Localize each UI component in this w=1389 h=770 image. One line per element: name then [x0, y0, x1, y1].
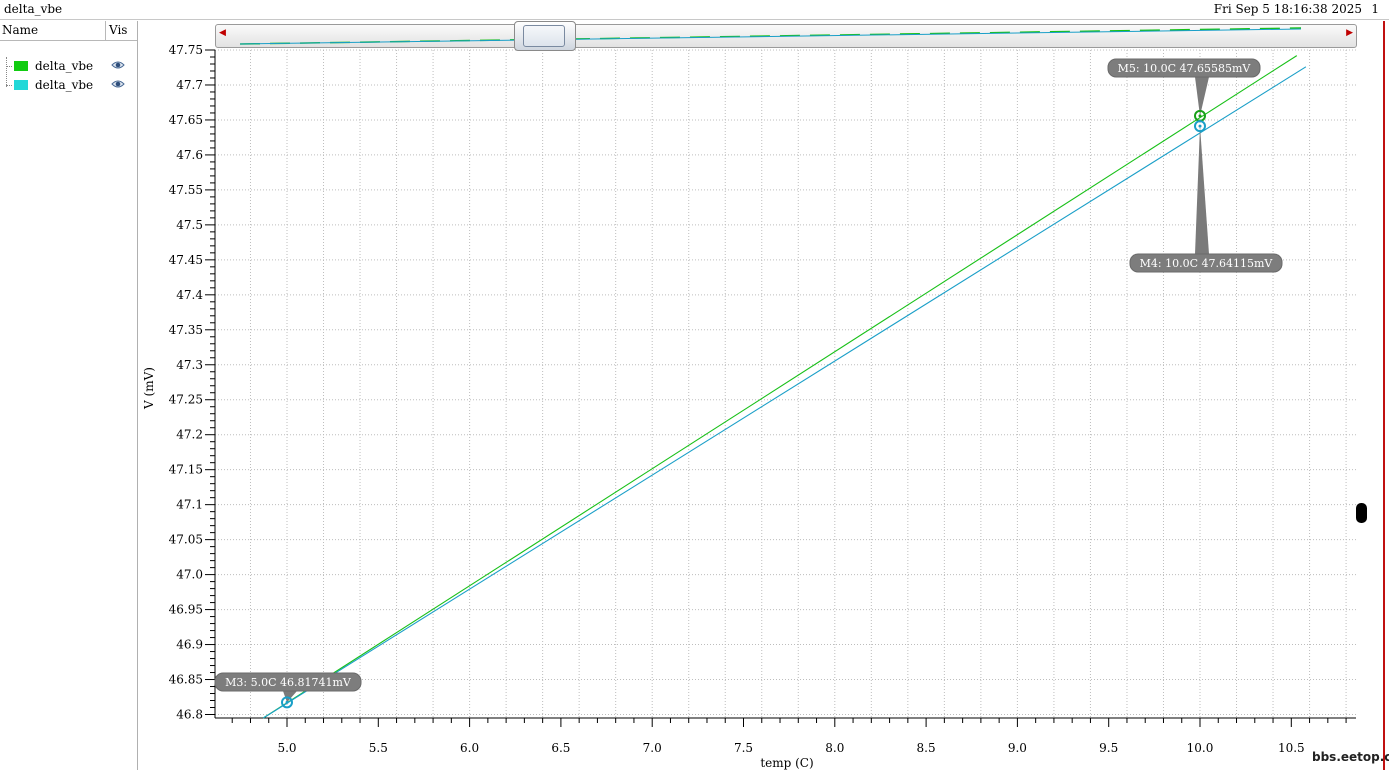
marker-pointer	[1195, 126, 1209, 254]
y-tick-label: 47.55	[169, 183, 203, 197]
x-tick-label: 10.0	[1187, 741, 1214, 755]
x-tick-label: 8.5	[917, 741, 936, 755]
marker-point-center	[1198, 114, 1202, 118]
marker-point-center	[285, 700, 289, 704]
vertical-scroll-handle[interactable]	[1356, 503, 1367, 523]
y-tick-label: 47.6	[176, 148, 203, 162]
watermark: bbs.eetop.cn	[1312, 750, 1389, 764]
marker-point-center	[1198, 124, 1202, 128]
x-axis-title: temp (C)	[760, 756, 813, 770]
x-tick-label: 6.5	[551, 741, 570, 755]
grid	[215, 49, 1356, 718]
overview-trace-blue	[239, 28, 1302, 45]
overview-plot	[239, 27, 1302, 45]
marker-label: M4: 10.0C 47.64115mV	[1140, 257, 1274, 270]
y-tick-label: 47.15	[169, 463, 203, 477]
y-tick-label: 47.4	[176, 288, 203, 302]
x-tick-label: 6.0	[460, 741, 479, 755]
scroll-right-arrow-icon[interactable]: ▶	[1346, 28, 1353, 38]
y-tick-label: 46.95	[169, 603, 203, 617]
y-tick-label: 47.25	[169, 393, 203, 407]
axes	[214, 50, 1356, 719]
y-tick-label: 47.3	[176, 358, 203, 372]
x-tick-label: 5.5	[369, 741, 388, 755]
y-axis-title: V (mV)	[142, 367, 156, 410]
tick-marks	[205, 49, 1347, 727]
x-tick-label: 5.0	[277, 741, 296, 755]
y-tick-label: 47.5	[176, 218, 203, 232]
y-tick-label: 46.8	[176, 708, 203, 722]
x-tick-label: 9.0	[1008, 741, 1027, 755]
x-tick-label: 9.5	[1099, 741, 1118, 755]
right-edge	[1383, 21, 1385, 770]
series-line-2[interactable]	[263, 66, 1307, 719]
series-line-1[interactable]	[263, 55, 1298, 719]
y-tick-label: 47.05	[169, 533, 203, 547]
y-tick-label: 47.45	[169, 253, 203, 267]
y-tick-label: 47.7	[176, 78, 203, 92]
marker-pointer	[1195, 77, 1209, 116]
y-tick-label: 47.35	[169, 323, 203, 337]
y-tick-label: 47.1	[176, 498, 203, 512]
x-tick-label: 10.5	[1278, 741, 1305, 755]
x-tick-label: 7.5	[734, 741, 753, 755]
marker-label: M3: 5.0C 46.81741mV	[225, 676, 352, 689]
x-tick-label: 7.0	[643, 741, 662, 755]
scroll-thumb-grip[interactable]	[523, 25, 565, 47]
scroll-thumb[interactable]	[514, 21, 576, 51]
y-tick-label: 47.2	[176, 428, 203, 442]
y-tick-label: 46.9	[176, 638, 203, 652]
y-tick-label: 46.85	[169, 673, 203, 687]
tick-labels: 5.0 5.5 6.0 6.5 7.0 7.5 8.0 8.5 9.0 9.5 10.0 10.5 47…	[169, 43, 1305, 755]
horizontal-scrollbar[interactable]: ◀ ▶	[215, 21, 1357, 51]
y-tick-label: 47.75	[169, 43, 203, 57]
y-tick-label: 47.0	[176, 568, 203, 582]
marker-label: M5: 10.0C 47.65585mV	[1118, 62, 1252, 75]
y-tick-label: 47.65	[169, 113, 203, 127]
chart[interactable]: 5.0 5.5 6.0 6.5 7.0 7.5 8.0 8.5 9.0 9.5 10.0 10.5 47…	[0, 0, 1389, 770]
x-tick-label: 8.0	[825, 741, 844, 755]
